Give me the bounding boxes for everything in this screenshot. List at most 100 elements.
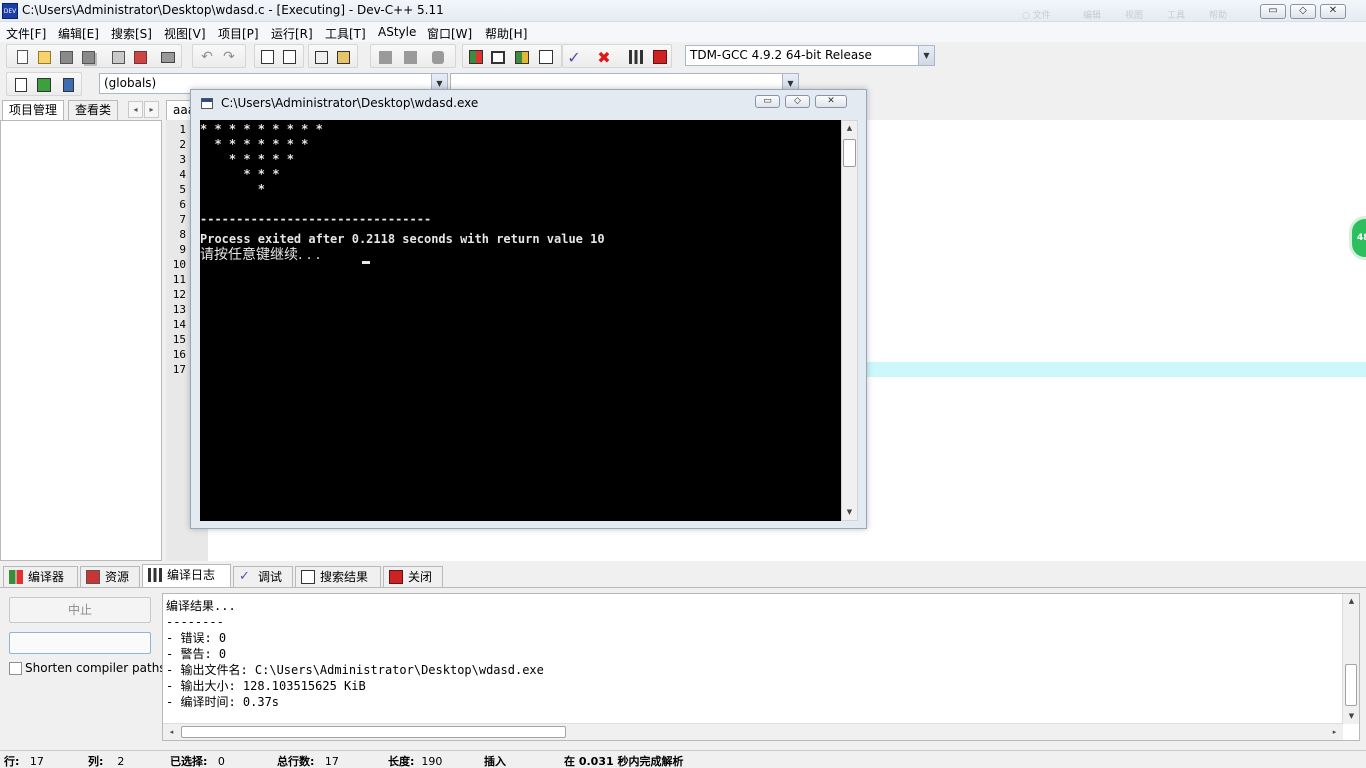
- tab-compile-log[interactable]: 编译日志: [142, 564, 231, 587]
- minimize-button[interactable]: ▭: [1260, 4, 1286, 19]
- status-col-label: 列:: [88, 755, 104, 768]
- status-parse-message: 在 0.031 秒内完成解析: [564, 755, 684, 768]
- scroll-down-icon[interactable]: ▼: [842, 505, 857, 520]
- menu-bar: 文件[F] 编辑[E] 搜索[S] 视图[V] 项目[P] 运行[R] 工具[T…: [0, 22, 1366, 42]
- close-icon: [389, 570, 403, 584]
- console-cursor: [362, 261, 370, 264]
- redo-button[interactable]: ↷: [220, 48, 238, 66]
- save-button[interactable]: [57, 48, 75, 66]
- scroll-left-icon[interactable]: ◂: [164, 725, 179, 740]
- tabs-scroll-left-button[interactable]: ◂: [128, 101, 143, 118]
- run-icon: [491, 50, 505, 64]
- tab-close[interactable]: 关闭: [383, 566, 443, 587]
- find-toolbar-group: [254, 44, 304, 68]
- console-minimize-button[interactable]: ▭: [755, 95, 780, 108]
- shorten-paths-label[interactable]: Shorten compiler paths: [25, 661, 166, 675]
- close-all-icon: [133, 50, 147, 64]
- menu-search[interactable]: 搜索[S]: [111, 25, 152, 42]
- console-window[interactable]: C:\Users\Administrator\Desktop\wdasd.exe…: [190, 89, 867, 529]
- undo-toolbar-group: ↶ ↷: [192, 44, 246, 68]
- tab-resources[interactable]: 资源: [80, 566, 140, 587]
- find-button[interactable]: [258, 48, 276, 66]
- console-scroll-thumb[interactable]: [843, 139, 856, 167]
- tab-compiler[interactable]: 编译器: [3, 566, 78, 587]
- console-scrollbar[interactable]: ▲ ▼: [841, 120, 858, 521]
- delete-profile-button[interactable]: [651, 48, 669, 66]
- current-line-highlight: [856, 362, 1366, 377]
- run-button[interactable]: [489, 48, 507, 66]
- rebuild-all-button[interactable]: [537, 48, 555, 66]
- stop-execution-button[interactable]: ✖: [595, 48, 613, 67]
- log-horizontal-scrollbar[interactable]: ◂ ▸: [163, 723, 1343, 740]
- menu-edit[interactable]: 编辑[E]: [58, 25, 99, 42]
- console-output[interactable]: * * * * * * * * * * * * * * * * * * * * …: [200, 120, 841, 521]
- chevron-down-icon: ▼: [918, 46, 934, 65]
- log-vertical-scrollbar[interactable]: ▲ ▼: [1342, 594, 1359, 724]
- indent-button[interactable]: [401, 48, 419, 66]
- bottom-panel-tabs: 编译器 资源 编译日志 ✓ 调试 搜索结果 关闭: [0, 564, 1366, 587]
- menu-window[interactable]: 窗口[W]: [427, 25, 472, 42]
- log-hscroll-thumb[interactable]: [181, 726, 566, 738]
- unindent-button[interactable]: [376, 48, 394, 66]
- menu-run[interactable]: 运行[R]: [271, 25, 313, 42]
- tab-debug-label: 调试: [258, 570, 283, 584]
- compile-run-button[interactable]: [513, 48, 531, 66]
- faint-bg-label: 视图: [1125, 11, 1144, 21]
- profile-button[interactable]: [627, 48, 645, 66]
- undo-button[interactable]: ↶: [198, 48, 216, 66]
- delete-profile-icon: [653, 50, 667, 64]
- compiler-select[interactable]: TDM-GCC 4.9.2 64-bit Release ▼: [685, 45, 935, 66]
- close-button[interactable]: ✕: [1320, 4, 1346, 19]
- tab-project-manager[interactable]: 项目管理: [2, 100, 65, 120]
- compile-button[interactable]: [467, 48, 485, 66]
- maximize-button[interactable]: ◇: [1290, 4, 1316, 19]
- new-file-button[interactable]: [13, 48, 31, 66]
- save-all-button[interactable]: [79, 48, 97, 66]
- log-vscroll-thumb[interactable]: [1345, 664, 1357, 706]
- console-line: Process exited after 0.2118 seconds with…: [200, 232, 605, 246]
- main-toolbar: ↶ ↷ ✓ ✖ TDM-GCC 4.9.2 64-bit Release ▼: [0, 42, 1366, 70]
- syntax-check-button[interactable]: ✓: [565, 48, 583, 67]
- toggle-bookmark-button[interactable]: [334, 48, 352, 66]
- menu-view[interactable]: 视图[V]: [164, 25, 206, 42]
- floating-badge[interactable]: 48: [1349, 216, 1366, 260]
- scroll-up-icon[interactable]: ▲: [842, 121, 857, 136]
- replace-button[interactable]: [280, 48, 298, 66]
- print-button[interactable]: [159, 48, 177, 66]
- console-maximize-button[interactable]: ◇: [785, 95, 810, 108]
- status-length: 长度: 190: [388, 753, 442, 768]
- tab-compile-log-label: 编译日志: [167, 568, 216, 582]
- menu-project[interactable]: 项目[P]: [218, 25, 259, 42]
- faint-bg-label: ○ 文件: [1022, 11, 1051, 21]
- menu-tools[interactable]: 工具[T]: [325, 25, 366, 42]
- tabs-scroll-right-button[interactable]: ▸: [144, 101, 159, 118]
- line-number: 14: [172, 318, 186, 331]
- goto-declaration-button[interactable]: [35, 76, 53, 94]
- close-file-button[interactable]: [109, 48, 127, 66]
- menu-file[interactable]: 文件[F]: [6, 25, 46, 42]
- project-tree-panel[interactable]: [0, 120, 162, 561]
- menu-astyle[interactable]: AStyle: [378, 25, 416, 39]
- console-close-button[interactable]: ✕: [815, 95, 847, 108]
- scroll-right-icon[interactable]: ▸: [1327, 725, 1342, 740]
- goto-definition-button[interactable]: [59, 76, 77, 94]
- close-all-button[interactable]: [131, 48, 149, 66]
- open-file-button[interactable]: [35, 48, 53, 66]
- undo-icon: ↶: [201, 49, 213, 65]
- abort-button[interactable]: 中止: [9, 597, 151, 623]
- goto-line-button[interactable]: [312, 48, 330, 66]
- scroll-down-icon[interactable]: ▼: [1344, 709, 1359, 724]
- tab-debug[interactable]: ✓ 调试: [233, 566, 293, 587]
- compile-log-output[interactable]: 编译结果... -------- - 错误: 0 - 警告: 0 - 输出文件名…: [162, 593, 1360, 741]
- dev-cpp-logo-icon: DEV: [2, 3, 18, 19]
- shorten-paths-checkbox[interactable]: [9, 662, 22, 675]
- scroll-up-icon[interactable]: ▲: [1344, 594, 1359, 609]
- comment-button[interactable]: [429, 48, 447, 66]
- new-file-icon: [16, 50, 28, 64]
- menu-help[interactable]: 帮助[H]: [485, 25, 527, 42]
- status-insert-mode: 插入: [484, 755, 506, 768]
- insert-button[interactable]: [12, 76, 30, 94]
- tab-search-results[interactable]: 搜索结果: [295, 566, 381, 587]
- tab-class-browser[interactable]: 查看类: [68, 100, 119, 120]
- save-all-icon: [81, 50, 95, 64]
